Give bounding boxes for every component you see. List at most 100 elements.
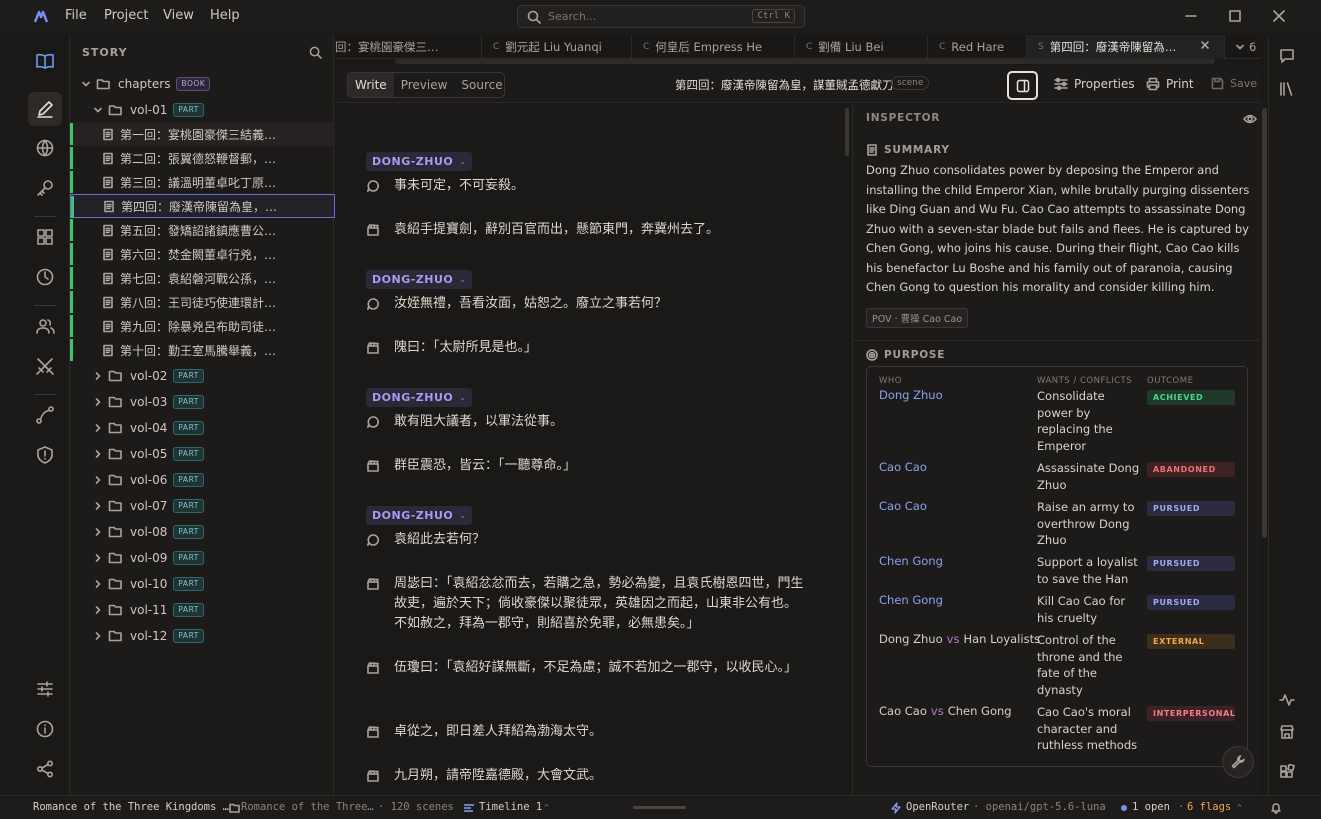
tree-root-chapters[interactable]: chapters BOOK <box>70 72 335 96</box>
share-icon[interactable] <box>28 752 62 786</box>
outcome-badge[interactable]: ACHIEVED <box>1147 390 1235 405</box>
sidebar-search-icon[interactable] <box>309 46 322 59</box>
tree-volume-item[interactable]: vol-11 PART <box>70 598 335 622</box>
outcome-badge[interactable]: INTERPERSONAL <box>1147 706 1235 721</box>
action-line[interactable]: 周毖曰：「袁紹忿忿而去，若購之急，勢必為變，且袁氏樹恩四世，門生故吏，遍於天下；… <box>366 574 806 634</box>
tree-chapter-item[interactable]: 第九回：除暴兇呂布助司徒… <box>70 314 335 338</box>
purpose-who[interactable]: Cao Cao vs Chen Gong <box>879 704 1012 718</box>
status-flags[interactable]: 6 flags <box>1187 801 1231 813</box>
clock-icon[interactable] <box>28 260 62 294</box>
status-model[interactable]: · openai/gpt-5.6-luna <box>973 801 1106 813</box>
mode-preview-button[interactable]: Preview <box>394 73 455 97</box>
menu-file[interactable]: File <box>65 8 87 23</box>
speaker-tag[interactable]: DONG-ZHUO ⌄ <box>366 388 473 407</box>
pen-icon[interactable] <box>28 92 62 126</box>
editor-tab[interactable]: C 劉元起 Liu Yuanqi <box>482 35 632 59</box>
toggle-inspector-button[interactable] <box>1007 71 1038 100</box>
outcome-badge[interactable]: PURSUED <box>1147 501 1235 516</box>
editor-tab[interactable]: C 劉備 Liu Bei <box>795 35 928 59</box>
action-line[interactable]: 伍瓊曰：「袁紹好謀無斷，不足為慮；誠不若加之一郡守，以收民心。」 <box>366 658 806 678</box>
status-path[interactable]: Romance of the Three… <box>241 801 374 813</box>
users-icon[interactable] <box>28 309 62 343</box>
book-icon[interactable] <box>28 44 62 78</box>
purpose-who[interactable]: Cao Cao <box>879 499 927 513</box>
tree-chapter-item[interactable]: 第五回：發矯詔諸鎮應曹公… <box>70 218 335 242</box>
tree-chapter-item[interactable]: 第十回：勤王室馬騰舉義，… <box>70 338 335 362</box>
tree-volume-item[interactable]: vol-02 PART <box>70 364 335 388</box>
action-line[interactable]: 群臣震恐，皆云：「一聽尊命。」 <box>366 456 806 476</box>
tree-volume-item[interactable]: vol-05 PART <box>70 442 335 466</box>
sliders-icon[interactable] <box>28 672 62 706</box>
tree-chapter-item[interactable]: 第二回：張翼德怒鞭督郵，… <box>70 146 335 170</box>
tree-volume-item[interactable]: vol-10 PART <box>70 572 335 596</box>
purpose-who[interactable]: Chen Gong <box>879 554 943 568</box>
swords-icon[interactable] <box>28 349 62 383</box>
store-icon[interactable] <box>1279 724 1295 740</box>
tree-volume-item[interactable]: vol-07 PART <box>70 494 335 518</box>
tree-chapter-item[interactable]: 第三回：議溫明董卓叱丁原… <box>70 170 335 194</box>
dialogue-line[interactable]: 袁紹此去若何？ <box>366 530 806 550</box>
status-timeline[interactable]: Timeline 1 <box>479 801 542 813</box>
tree-vol-01[interactable]: vol-01 PART <box>70 98 335 122</box>
chevron-down-icon[interactable]: ⌄ <box>459 157 466 166</box>
purpose-who[interactable]: Cao Cao <box>879 460 927 474</box>
activity-pulse-icon[interactable] <box>1279 692 1295 708</box>
chevron-down-icon[interactable]: ⌄ <box>459 275 466 284</box>
mode-write-button[interactable]: Write <box>348 73 394 97</box>
outcome-badge[interactable]: EXTERNAL <box>1147 634 1235 649</box>
dialogue-line[interactable]: 敢有阻大議者，以軍法從事。 <box>366 412 806 432</box>
tree-chapter-item[interactable]: 第六回：焚金闕董卓行兇，… <box>70 242 335 266</box>
menu-view[interactable]: View <box>163 8 194 23</box>
purpose-who[interactable]: Chen Gong <box>879 593 943 607</box>
close-window-icon[interactable] <box>1272 9 1286 23</box>
chevron-up-icon[interactable]: ^ <box>544 803 549 812</box>
script-editor[interactable]: DONG-ZHUO ⌄ 事未可定，不可妄殺。 袁紹手提寶劍，辭別百官而出，懸節東門，奔… <box>335 104 852 795</box>
shield-icon[interactable] <box>28 438 62 472</box>
tab-overflow-button[interactable]: 6 <box>1230 35 1261 59</box>
tree-volume-item[interactable]: vol-06 PART <box>70 468 335 492</box>
chevron-up-icon[interactable]: ^ <box>1237 803 1242 812</box>
speaker-tag[interactable]: DONG-ZHUO ⌄ <box>366 506 473 525</box>
tree-volume-item[interactable]: vol-09 PART <box>70 546 335 570</box>
outcome-badge[interactable]: PURSUED <box>1147 595 1235 610</box>
extensions-icon[interactable] <box>1279 764 1295 780</box>
maximize-icon[interactable] <box>1228 9 1242 23</box>
inspector-scrollbar[interactable] <box>1262 108 1267 538</box>
info-icon[interactable] <box>28 712 62 746</box>
editor-tab[interactable]: 回：宴桃園豪傑三… <box>335 35 482 59</box>
library-icon[interactable] <box>1279 81 1295 97</box>
tree-volume-item[interactable]: vol-03 PART <box>70 390 335 414</box>
tree-volume-item[interactable]: vol-12 PART <box>70 624 335 648</box>
action-line[interactable]: 卓從之，即日差人拜紹為渤海太守。 <box>366 722 806 742</box>
chevron-down-icon[interactable]: ⌄ <box>459 393 466 402</box>
dialogue-line[interactable]: 汝姪無禮，吾看汝面，姑恕之。廢立之事若何？ <box>366 294 806 314</box>
editor-tab[interactable]: C 何皇后 Empress He <box>632 35 795 59</box>
save-button[interactable]: Save <box>1211 77 1257 90</box>
tree-volume-item[interactable]: vol-08 PART <box>70 520 335 544</box>
editor-tab[interactable]: S 第四回：廢漢帝陳留為… <box>1027 35 1225 59</box>
tree-chapter-item[interactable]: 第四回：廢漢帝陳留為皇，… <box>70 194 335 218</box>
purpose-who[interactable]: Dong Zhuo <box>879 388 943 402</box>
outcome-badge[interactable]: ABANDONED <box>1147 462 1235 477</box>
pov-chip[interactable]: POV · 曹操 Cao Cao <box>866 308 969 328</box>
mode-source-button[interactable]: Source <box>454 73 504 97</box>
search-input[interactable]: Search... Ctrl K <box>517 5 805 28</box>
properties-button[interactable]: Properties <box>1054 77 1135 91</box>
tree-chapter-item[interactable]: 第八回：王司徒巧使連環計… <box>70 290 335 314</box>
tree-chapter-item[interactable]: 第七回：袁紹磐河戰公孫，… <box>70 266 335 290</box>
action-line[interactable]: 隗曰：「太尉所見是也。」 <box>366 338 806 358</box>
tab-scrollbar[interactable] <box>395 59 1215 64</box>
tools-button[interactable] <box>1222 746 1254 778</box>
dialogue-line[interactable]: 事未可定，不可妄殺。 <box>366 176 806 196</box>
chevron-down-icon[interactable]: ⌄ <box>459 511 466 520</box>
grid-icon[interactable] <box>28 220 62 254</box>
purpose-who[interactable]: Dong Zhuo vs Han Loyalists <box>879 632 1040 646</box>
action-line[interactable]: 九月朔，請帝陞嘉德殿，大會文武。 <box>366 766 806 786</box>
status-project[interactable]: Romance of the Three Kingdoms … <box>33 801 229 813</box>
chat-icon[interactable] <box>1279 48 1295 64</box>
speaker-tag[interactable]: DONG-ZHUO ⌄ <box>366 152 473 171</box>
eye-icon[interactable] <box>1243 113 1257 125</box>
key-icon[interactable] <box>28 171 62 205</box>
action-line[interactable]: 袁紹手提寶劍，辭別百官而出，懸節東門，奔冀州去了。 <box>366 220 806 240</box>
status-provider[interactable]: OpenRouter <box>906 801 969 813</box>
